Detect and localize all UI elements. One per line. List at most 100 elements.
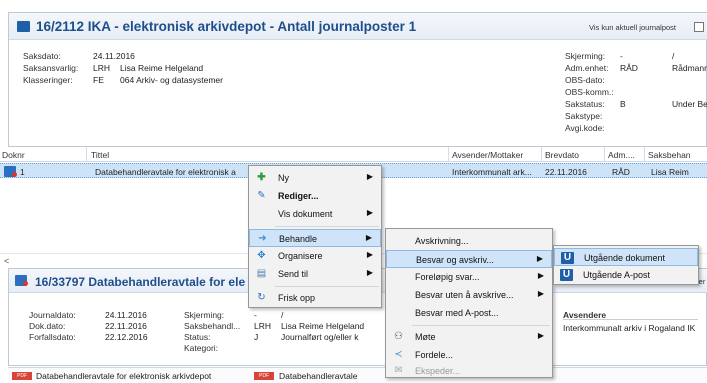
submenu-arrow-icon: ▶: [537, 271, 544, 280]
saksansvarlig-label: Saksansvarlig:: [23, 63, 79, 73]
col-separator: [541, 147, 542, 162]
row-brevdato: 22.11.2016: [545, 167, 587, 177]
attachment-indicator-icon: [23, 281, 28, 286]
col-separator: [448, 147, 449, 162]
meeting-icon: ⚇: [394, 331, 403, 342]
avgikode-label: Avgi.kode:: [565, 123, 605, 133]
doc-skjerming-code: -: [254, 310, 257, 320]
attachments-bar: PDF Databehandleravtale for elektronisk …: [8, 367, 707, 383]
submenu-arrow-icon: ▶: [366, 208, 373, 217]
klasseringer-value: 064 Arkiv- og datasystemer: [120, 75, 223, 85]
attachment-indicator-icon: [12, 172, 17, 177]
menu-separator: [412, 325, 550, 326]
menu-item-rediger[interactable]: ✎ Rediger...: [249, 187, 381, 205]
admenhet-code: RÅD: [620, 63, 638, 73]
col-separator: [604, 147, 605, 162]
submenu-arrow-icon: ▶: [537, 331, 544, 340]
outgoing-apost-icon: U: [560, 269, 573, 281]
menu-item-mote[interactable]: ⚇ Møte ▶: [386, 328, 552, 346]
menu-item-besvar-og-avskriv[interactable]: Besvar og avskriv... ▶: [386, 250, 552, 268]
submenu-arrow-icon: ▶: [366, 172, 373, 181]
menu-item-send-til[interactable]: ▤ Send til ▶: [249, 265, 381, 283]
menu-item-organisere[interactable]: ✥ Organisere ▶: [249, 247, 381, 265]
menu-item-fordele[interactable]: ≺ Fordele...: [386, 346, 552, 364]
menu-item-ny[interactable]: ✚ Ny ▶: [249, 169, 381, 187]
menu-separator: [275, 226, 379, 227]
col-saksbehandler[interactable]: Saksbehan: [648, 150, 691, 160]
pdf-icon: PDF: [254, 372, 274, 380]
obskomm-label: OBS-komm.:: [565, 87, 614, 97]
menu-item-vis-dokument[interactable]: Vis dokument ▶: [249, 205, 381, 223]
col-adm[interactable]: Adm....: [608, 150, 635, 160]
saksansvarlig-name: Lisa Reime Helgeland: [120, 63, 204, 73]
refresh-icon: ↻: [257, 292, 266, 303]
doc-skjerming-label: Skjerming:: [184, 310, 225, 320]
col-separator: [644, 147, 645, 162]
dispatch-icon: ✉: [394, 365, 403, 376]
sakstatus-code: B: [620, 99, 626, 109]
menu-item-frisk-opp[interactable]: ↻ Frisk opp: [249, 289, 381, 307]
col-brevdato[interactable]: Brevdato: [545, 150, 579, 160]
journaldato-label: Journaldato:: [29, 310, 76, 320]
col-doknr[interactable]: Doknr: [2, 150, 25, 160]
saksansvarlig-code: LRH: [93, 63, 111, 73]
obsdato-label: OBS-dato:: [565, 75, 605, 85]
status-code: J: [254, 332, 259, 342]
besvar-submenu: U Utgående dokument U Utgående A-post: [553, 245, 699, 285]
kategori-label: Kategori:: [184, 343, 219, 353]
organize-icon: ✥: [257, 250, 266, 261]
klasseringer-label: Klasseringer:: [23, 75, 73, 85]
menu-item-forelopig-svar[interactable]: Foreløpig svar... ▶: [386, 268, 552, 286]
row-saksbehandler: Lisa Reim: [651, 167, 689, 177]
submenu-arrow-icon: ▶: [536, 254, 543, 263]
grid-header: Doknr Tittel Avsender/Mottaker Brevdato …: [0, 147, 707, 162]
menu-item-ekspeder[interactable]: ✉ Ekspeder...: [386, 364, 552, 378]
behandle-submenu: Avskrivning... Besvar og avskriv... ▶ Fo…: [385, 228, 553, 378]
skjerming-value: /: [672, 51, 675, 61]
senders-divider: [563, 319, 698, 320]
case-panel: 16/2112 IKA - elektronisk arkivdepot - A…: [8, 12, 707, 147]
forfallsdato-label: Forfallsdato:: [29, 332, 76, 342]
saksbehandler-value: Lisa Reime Helgeland: [281, 321, 365, 331]
saksdato-label: Saksdato:: [23, 51, 61, 61]
menu-item-besvar-med-apost[interactable]: Besvar med A-post...: [386, 304, 552, 322]
show-current-checkbox[interactable]: [694, 22, 704, 32]
menu-item-besvar-uten-avskrive[interactable]: Besvar uten å avskrive... ▶: [386, 286, 552, 304]
context-menu: ✚ Ny ▶ ✎ Rediger... Vis dokument ▶ ➜ Beh…: [248, 165, 382, 308]
submenu-arrow-icon: ▶: [365, 233, 372, 242]
sakstatus-label: Sakstatus:: [565, 99, 605, 109]
status-label: Status:: [184, 332, 211, 342]
attachment-name[interactable]: Databehandleravtale: [279, 371, 357, 381]
attachment-name[interactable]: Databehandleravtale for elektronisk arki…: [36, 371, 211, 381]
document-title: 16/33797 Databehandleravtale for ele: [35, 275, 246, 289]
submenu-arrow-icon: ▶: [366, 250, 373, 259]
distribute-icon: ≺: [394, 349, 403, 360]
col-tittel[interactable]: Tittel: [91, 150, 109, 160]
saksbehandler-label: Saksbehandl...: [184, 321, 241, 331]
submenu-arrow-icon: ▶: [366, 268, 373, 277]
admenhet-value: Rådmann: [672, 63, 707, 73]
row-adm: RÅD: [612, 167, 630, 177]
saksdato-value: 24.11.2016: [93, 51, 135, 61]
menu-item-avskrivning[interactable]: Avskrivning...: [386, 232, 552, 250]
pdf-icon: PDF: [12, 372, 32, 380]
scroll-left-icon[interactable]: <: [4, 256, 9, 266]
case-title: 16/2112 IKA - elektronisk arkivdepot - A…: [36, 19, 417, 34]
forfallsdato-value: 22.12.2016: [105, 332, 148, 342]
skjerming-code: -: [620, 51, 623, 61]
row-avsender: Interkommunalt ark...: [452, 167, 532, 177]
dokdato-value: 22.11.2016: [105, 321, 147, 331]
pencil-icon: ✎: [257, 190, 266, 201]
skjerming-label: Skjerming:: [565, 51, 606, 61]
sender-name[interactable]: Interkommunalt arkiv i Rogaland IK: [563, 323, 695, 333]
menu-item-utgaende-dokument[interactable]: U Utgående dokument: [554, 248, 698, 266]
col-avsender[interactable]: Avsender/Mottaker: [452, 150, 523, 160]
doc-skjerming-value: /: [281, 310, 284, 320]
case-header: 16/2112 IKA - elektronisk arkivdepot - A…: [9, 13, 707, 40]
menu-item-behandle[interactable]: ➜ Behandle ▶: [249, 229, 381, 247]
show-current-label: Vis kun aktuell journalpost: [589, 23, 676, 32]
row-doknr: 1: [20, 167, 25, 177]
menu-item-utgaende-apost[interactable]: U Utgående A-post: [554, 266, 698, 284]
plus-icon: ✚: [257, 172, 266, 183]
klasseringer-code: FE: [93, 75, 104, 85]
